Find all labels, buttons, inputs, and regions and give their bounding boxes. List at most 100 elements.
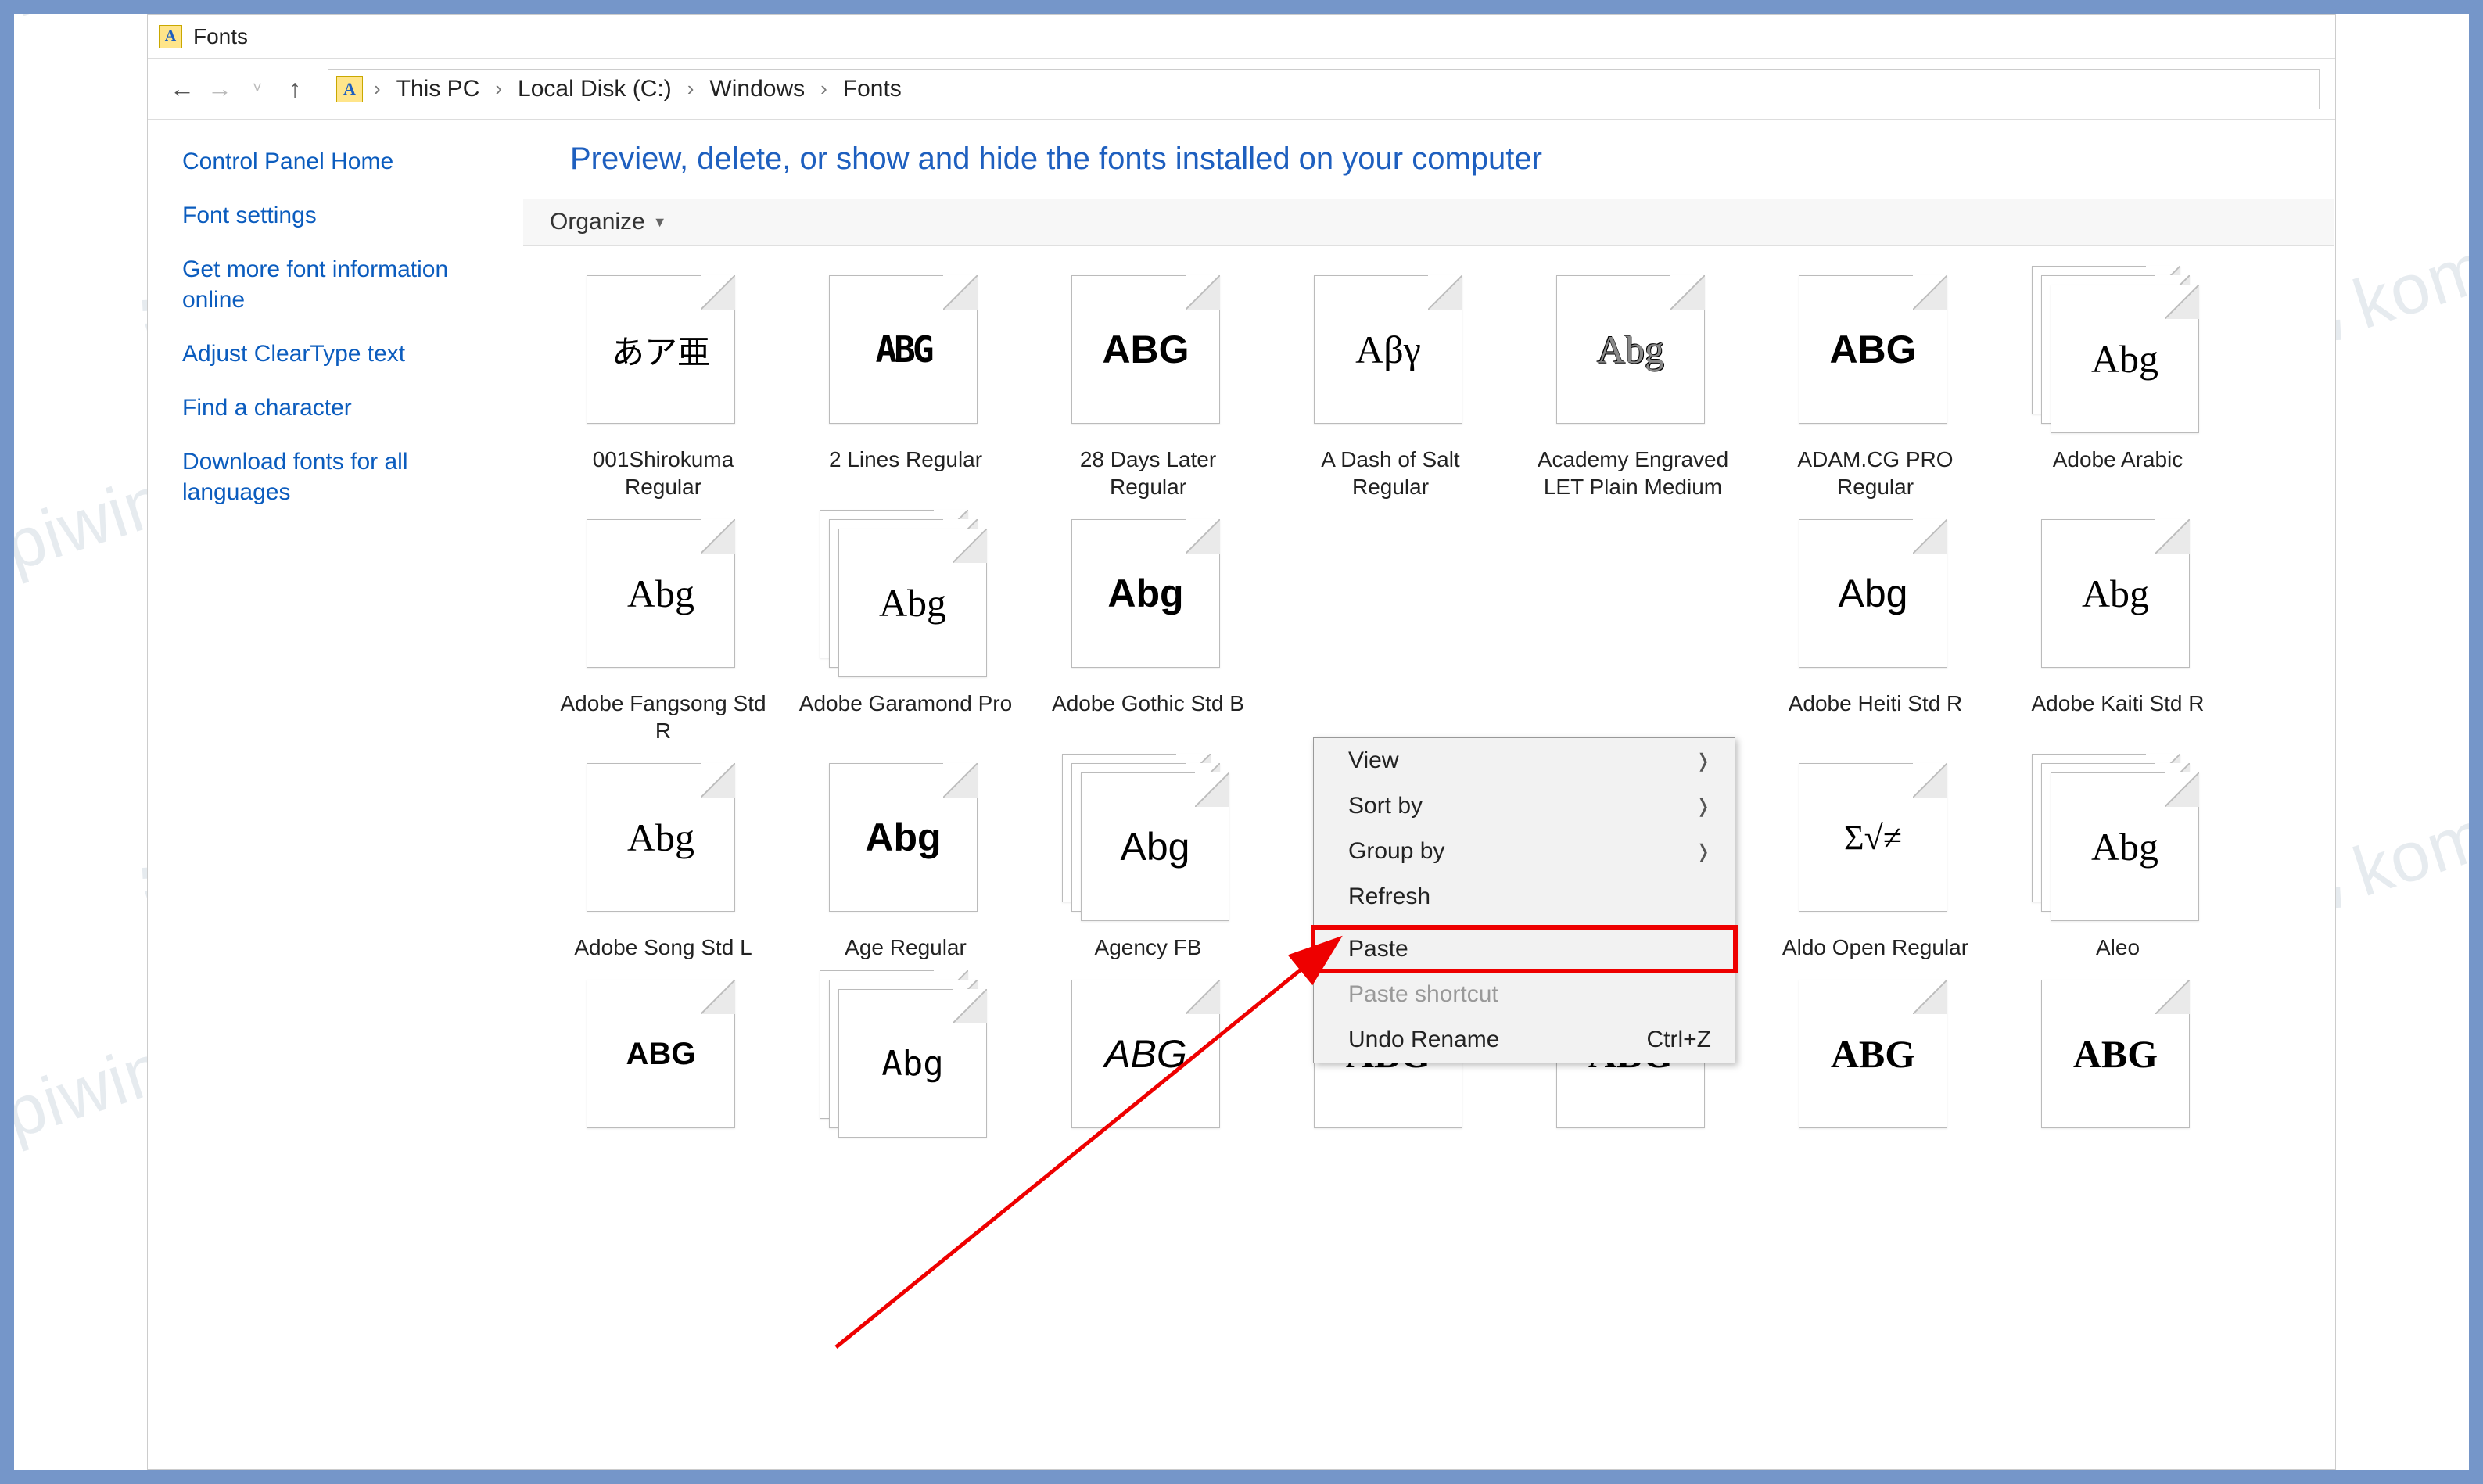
font-label: Adobe Gothic Std B [1039,690,1258,717]
font-thumbnail[interactable]: ABG [577,970,749,1142]
font-label: Adobe Heiti Std R [1766,690,1985,717]
font-label: Adobe Garamond Pro [796,690,1015,717]
font-item[interactable]: Abg Aleo [1997,749,2239,966]
font-thumbnail[interactable]: Abg [577,754,749,926]
font-item[interactable]: あア亜 001Shirokuma Regular [542,261,784,505]
nav-forward-button[interactable]: → [201,70,239,108]
font-item[interactable]: Abg Adobe Kaiti Std R [1997,505,2239,749]
font-thumbnail[interactable]: Abg [1062,754,1234,926]
font-label: Age Regular [796,934,1015,961]
font-thumbnail[interactable]: Abg [2032,266,2204,438]
font-label: Aldo Open Regular [1766,934,1985,961]
sidebar: Control Panel Home Font settings Get mor… [148,120,523,1469]
nav-back-button[interactable]: ← [163,70,201,108]
font-label: Adobe Song Std L [554,934,773,961]
font-item[interactable]: Abg Adobe Garamond Pro [784,505,1027,749]
font-thumbnail[interactable]: ABG [1062,266,1234,438]
font-item[interactable]: ΑβγA Dash of Salt Regular [1269,261,1512,505]
breadcrumb-item[interactable]: Windows [698,76,816,102]
font-thumbnail[interactable]: ABG [820,266,992,438]
font-thumbnail[interactable]: Abg [1062,510,1234,682]
font-item[interactable]: Abg Adobe Song Std L [542,749,784,966]
font-item[interactable]: ABG [1027,966,1269,1155]
sidebar-link-more-info[interactable]: Get more font information online [182,254,487,315]
font-label: Aleo [2008,934,2227,961]
font-item[interactable]: ABG 2 Lines Regular [784,261,1027,505]
context-menu-item: Paste shortcut [1314,972,1735,1017]
font-thumbnail[interactable]: Abg [1547,266,1719,438]
font-thumbnail[interactable]: Abg [2032,510,2204,682]
font-item[interactable]: Abg Adobe Arabic [1997,261,2239,505]
font-label: Academy Engraved LET Plain Medium [1523,446,1742,500]
page-title: Preview, delete, or show and hide the fo… [523,120,2335,199]
sidebar-link-find-character[interactable]: Find a character [182,393,487,423]
context-menu-item[interactable]: Group by❭ [1314,829,1735,874]
font-label: Adobe Kaiti Std R [2008,690,2227,717]
font-thumbnail[interactable]: Abg [820,970,992,1142]
chevron-right-icon[interactable]: › [369,77,386,101]
font-item[interactable]: Abg Agency FB [1027,749,1269,966]
toolbar: Organize▼ [523,199,2334,246]
breadcrumb-item[interactable]: This PC [386,76,491,102]
font-label: 2 Lines Regular [796,446,1015,473]
context-menu-item[interactable]: View❭ [1314,738,1735,783]
chevron-right-icon[interactable]: › [683,77,699,101]
breadcrumb-item[interactable]: Local Disk (C:) [507,76,683,102]
font-item[interactable] [1512,505,1754,749]
nav-recent-dropdown[interactable]: ˅ [239,70,276,108]
font-label: Adobe Arabic [2008,446,2227,473]
organize-button[interactable]: Organize▼ [550,209,667,235]
sidebar-link-font-settings[interactable]: Font settings [182,200,487,231]
font-item[interactable]: ABG [1754,966,1997,1155]
fonts-folder-icon: A [336,76,363,102]
font-item[interactable]: ABG [1997,966,2239,1155]
chevron-right-icon[interactable]: › [816,77,832,101]
caret-down-icon: ▼ [653,214,667,231]
font-item[interactable] [1269,505,1512,749]
font-item[interactable]: Abg Age Regular [784,749,1027,966]
titlebar: A Fonts [148,15,2335,59]
font-thumbnail[interactable]: ABG [1062,970,1234,1142]
fonts-folder-icon: A [159,25,182,48]
font-thumbnail[interactable]: Αβγ [1304,266,1477,438]
font-thumbnail[interactable]: Abg [2032,754,2204,926]
font-thumbnail[interactable]: Abg [1789,510,1961,682]
font-item[interactable]: Σ√≠ Aldo Open Regular [1754,749,1997,966]
font-thumbnail[interactable]: ABG [1789,266,1961,438]
font-label: Agency FB [1039,934,1258,961]
breadcrumb-bar[interactable]: A › This PC › Local Disk (C:) › Windows … [328,69,2320,109]
context-menu-item[interactable]: Undo RenameCtrl+Z [1314,1017,1735,1063]
font-thumbnail[interactable]: ABG [1789,970,1961,1142]
context-menu-item[interactable]: Refresh [1314,874,1735,919]
window-title: Fonts [193,24,248,49]
font-item[interactable]: Abg Adobe Gothic Std B [1027,505,1269,749]
context-menu: View❭Sort by❭Group by❭Refresh PastePaste … [1313,737,1735,1063]
sidebar-link-cleartype[interactable]: Adjust ClearType text [182,339,487,369]
chevron-right-icon[interactable]: › [490,77,507,101]
font-item[interactable]: ABG ADAM.CG PRO Regular [1754,261,1997,505]
font-label: 28 Days Later Regular [1039,446,1258,500]
sidebar-link-control-panel-home[interactable]: Control Panel Home [182,146,487,177]
breadcrumb-item[interactable]: Fonts [832,76,913,102]
font-thumbnail[interactable]: あア亜 [577,266,749,438]
main-pane: Preview, delete, or show and hide the fo… [523,120,2335,1469]
chevron-right-icon: ❭ [1695,795,1711,818]
font-item[interactable]: ABG [542,966,784,1155]
font-label: ADAM.CG PRO Regular [1766,446,1985,500]
nav-up-button[interactable]: ↑ [276,70,314,108]
font-item[interactable]: Abg Adobe Fangsong Std R [542,505,784,749]
font-label: Adobe Fangsong Std R [554,690,773,744]
font-item[interactable]: Abg Adobe Heiti Std R [1754,505,1997,749]
font-item[interactable]: Abg Academy Engraved LET Plain Medium [1512,261,1754,505]
sidebar-link-download-fonts[interactable]: Download fonts for all languages [182,446,487,507]
font-item[interactable]: ABG 28 Days Later Regular [1027,261,1269,505]
font-thumbnail[interactable]: Abg [820,754,992,926]
font-thumbnail[interactable]: Σ√≠ [1789,754,1961,926]
font-item[interactable]: Abg [784,966,1027,1155]
context-menu-item[interactable]: Sort by❭ [1314,783,1735,829]
context-menu-item[interactable]: Paste [1314,927,1735,972]
font-thumbnail[interactable]: Abg [577,510,749,682]
font-label: 001Shirokuma Regular [554,446,773,500]
font-thumbnail[interactable]: Abg [820,510,992,682]
font-thumbnail[interactable]: ABG [2032,970,2204,1142]
